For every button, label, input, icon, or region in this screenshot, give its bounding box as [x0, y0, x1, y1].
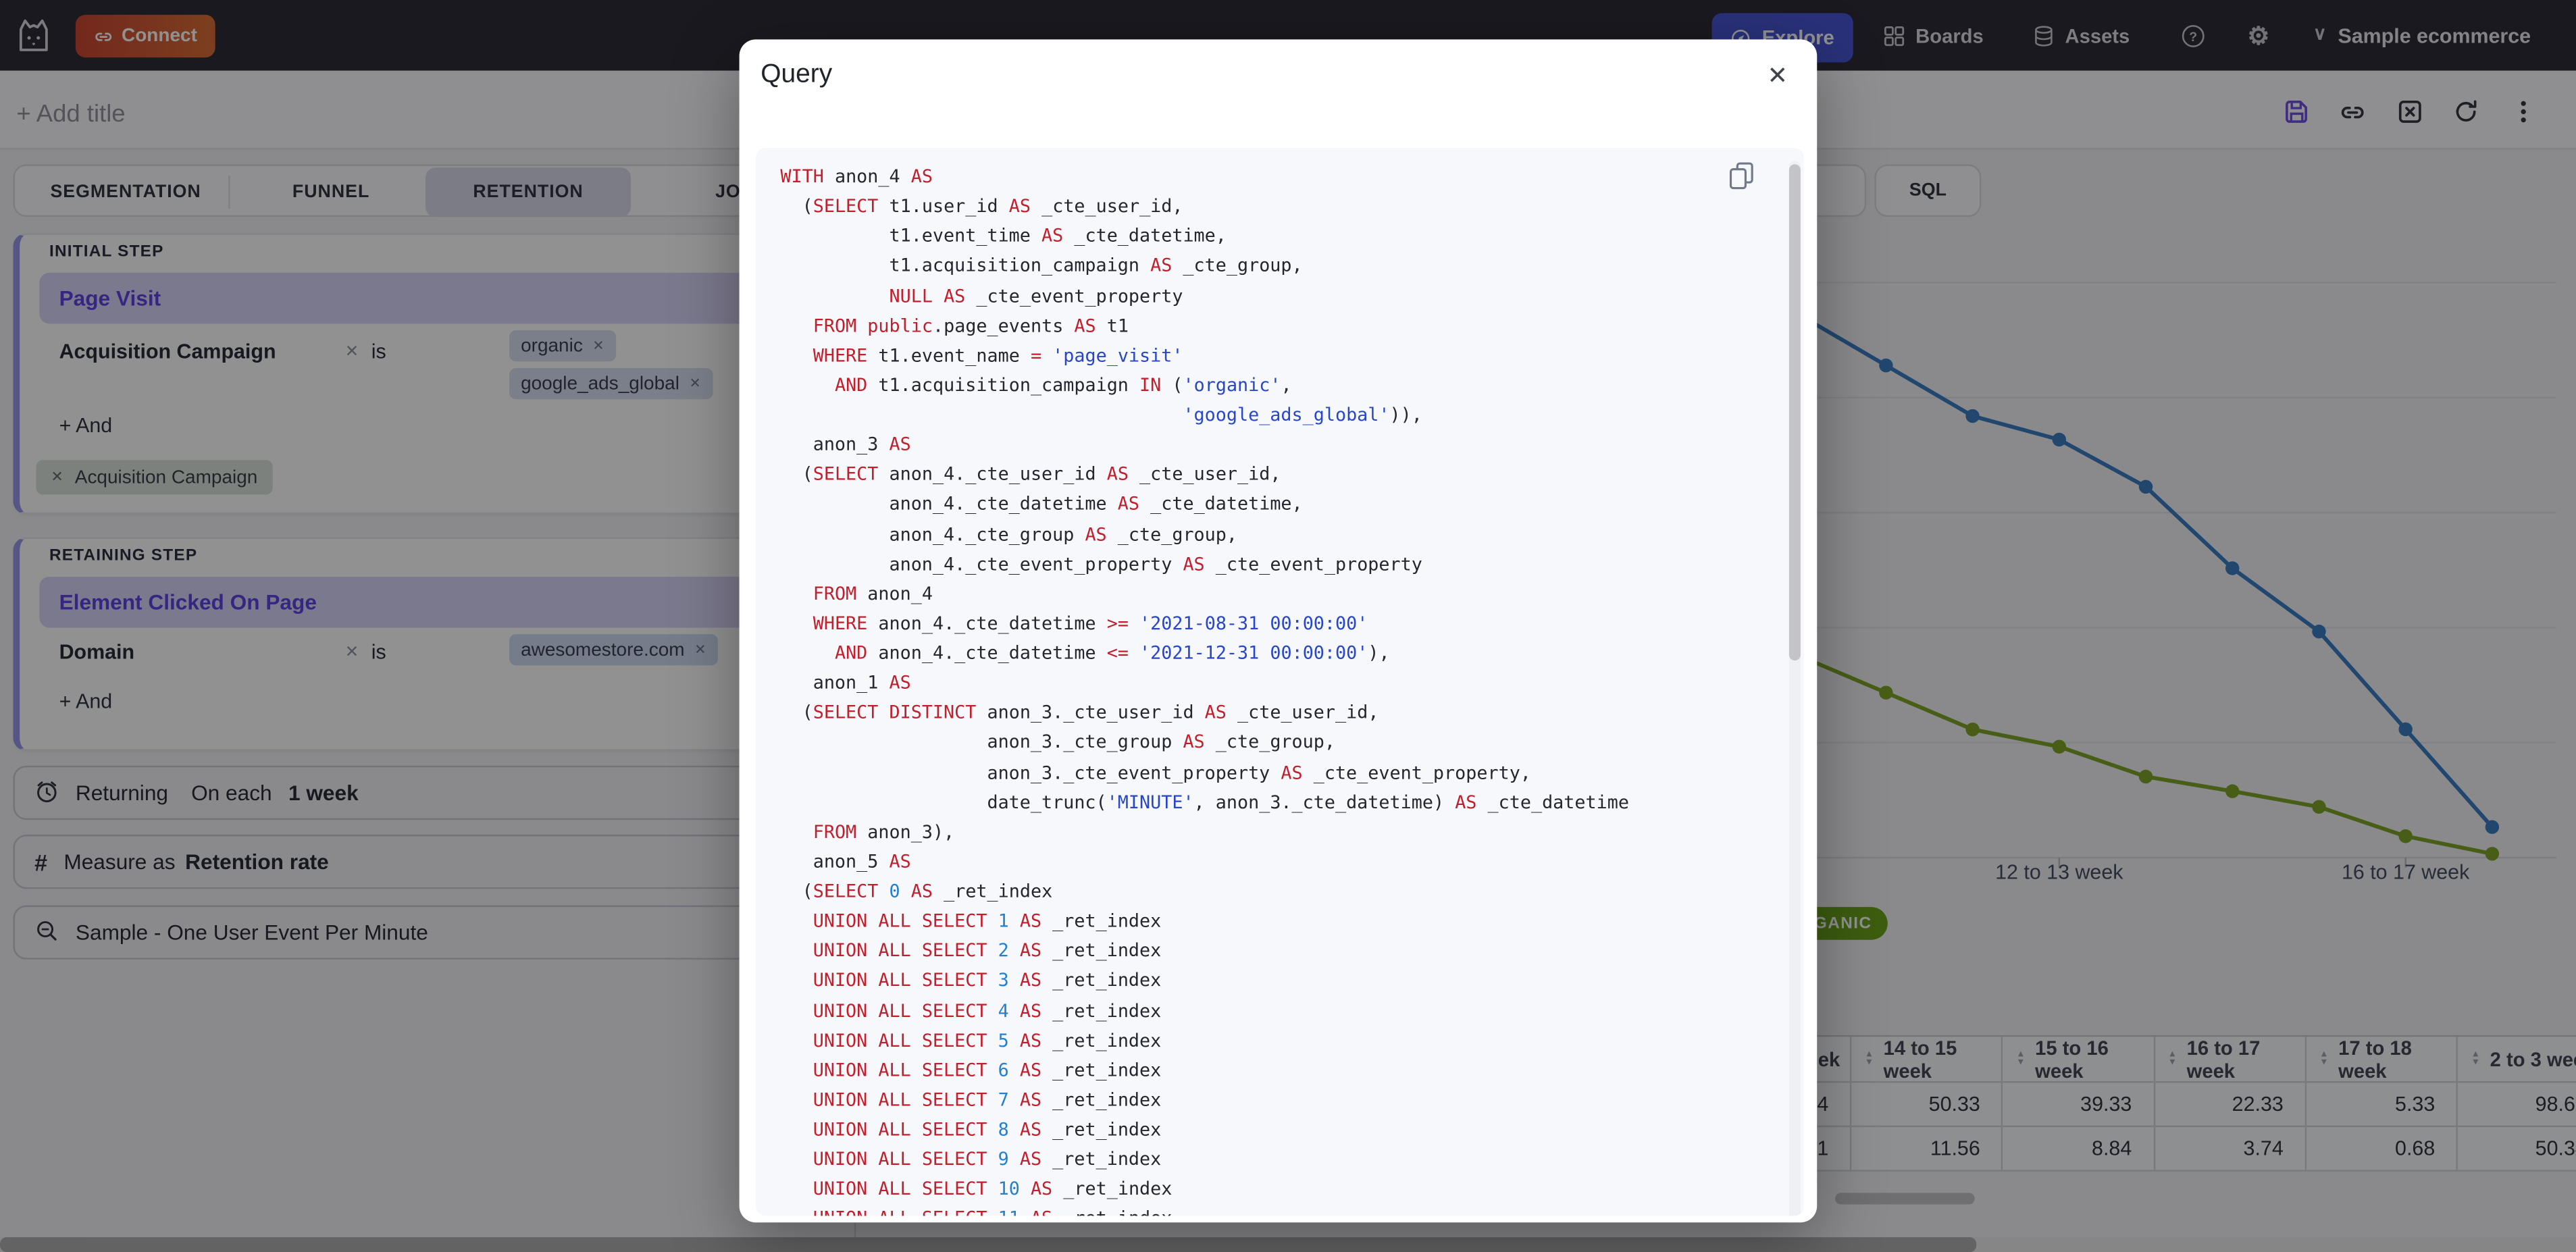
code-scrollbar-thumb[interactable]	[1788, 164, 1801, 661]
sql-code-area: WITH anon_4 AS (SELECT t1.user_id AS _ct…	[755, 147, 1804, 1216]
app-root: Connect Explore Boards Assets ? ⚙ ∨ Samp…	[0, 0, 2576, 1252]
copy-icon[interactable]	[1728, 161, 1755, 190]
query-modal: Query ✕ WITH anon_4 AS (SELECT t1.user_i…	[739, 39, 1818, 1223]
close-icon[interactable]: ✕	[1761, 59, 1795, 93]
sql-code: WITH anon_4 AS (SELECT t1.user_id AS _ct…	[780, 165, 1629, 1216]
modal-title: Query	[761, 61, 833, 89]
